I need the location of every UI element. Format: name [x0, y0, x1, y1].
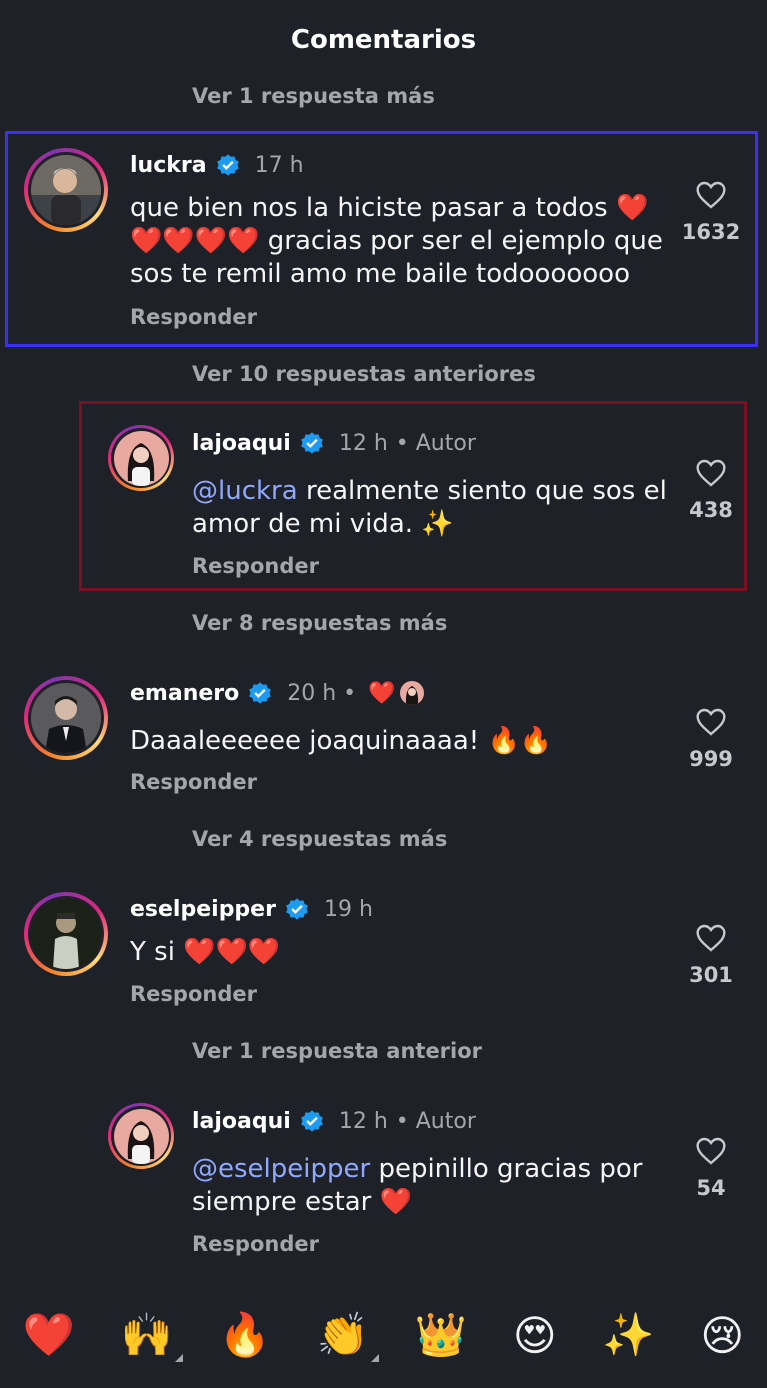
avatar-photo — [31, 683, 101, 753]
like-area: 54 — [671, 1136, 751, 1200]
emoji-heart-eyes-button[interactable]: 😍 — [513, 1311, 557, 1360]
comment-time: 20 h • — [287, 680, 357, 706]
comment-time: 17 h — [254, 152, 304, 178]
view-more-replies[interactable]: Ver 4 respuestas más — [192, 827, 447, 851]
emoji-raising-hands-button[interactable]: 🙌 — [121, 1310, 184, 1362]
like-area: 1632 — [671, 180, 751, 244]
reply-button[interactable]: Responder — [192, 554, 319, 578]
mention-link[interactable]: @luckra — [192, 476, 298, 506]
like-count: 54 — [696, 1176, 726, 1200]
username[interactable]: eselpeipper — [130, 897, 276, 922]
verified-badge-icon — [286, 898, 308, 920]
username[interactable]: lajoaqui — [192, 431, 291, 456]
reply-button[interactable]: Responder — [130, 982, 257, 1006]
username[interactable]: lajoaqui — [192, 1109, 291, 1134]
avatar-photo — [31, 155, 101, 225]
emoji-sparkles-button[interactable]: ✨ — [602, 1310, 654, 1360]
emoji-clapping-button[interactable]: 👏 — [317, 1310, 380, 1362]
avatar[interactable] — [108, 425, 174, 491]
emoji-reaction-bar: ❤️ 🙌 🔥 👏 👑 😍 ✨ 😢 — [0, 1290, 767, 1380]
username[interactable]: emanero — [130, 681, 239, 706]
view-more-replies[interactable]: Ver 1 respuesta más — [192, 84, 435, 108]
avatar[interactable] — [24, 676, 108, 760]
avatar-photo — [113, 430, 169, 486]
reply-button[interactable]: Responder — [130, 770, 257, 794]
verified-badge-icon — [249, 682, 272, 704]
view-more-replies[interactable]: Ver 10 respuestas anteriores — [192, 362, 536, 386]
like-count: 438 — [689, 498, 733, 522]
avatar-photo — [31, 899, 101, 969]
comment-time: 12 h — [338, 430, 388, 456]
avatar[interactable] — [24, 148, 108, 232]
heart-icon[interactable] — [695, 180, 727, 210]
like-count: 301 — [689, 963, 733, 987]
comment-time: 19 h — [323, 896, 373, 922]
comment-text: @eselpeipper pepinillo gracias por siemp… — [192, 1153, 667, 1219]
avatar[interactable] — [24, 892, 108, 976]
like-count: 1632 — [681, 220, 741, 244]
author-liked-avatar — [399, 681, 424, 705]
verified-badge-icon — [301, 432, 323, 454]
view-more-replies[interactable]: Ver 8 respuestas más — [192, 611, 447, 635]
reply-button[interactable]: Responder — [192, 1232, 319, 1256]
emoji-crying-button[interactable]: 😢 — [700, 1311, 744, 1360]
emoji-heart-button[interactable]: ❤️ — [23, 1310, 75, 1360]
author-tag: • Autor — [395, 1108, 476, 1134]
emoji-fire-button[interactable]: 🔥 — [219, 1310, 271, 1360]
comment-time: 12 h — [338, 1108, 388, 1134]
header-title: Comentarios — [290, 25, 477, 55]
comments-header: Comentarios — [0, 0, 767, 78]
comment-text: @luckra realmente siento que sos el amor… — [192, 475, 667, 541]
comment-header: luckra 17 h — [130, 152, 304, 178]
comment-header: lajoaqui 12 h • Autor — [192, 1108, 476, 1134]
like-count: 999 — [689, 747, 733, 771]
author-liked-heart-icon: ❤️ — [368, 680, 396, 706]
heart-icon[interactable] — [695, 1136, 727, 1166]
reply-button[interactable]: Responder — [130, 305, 257, 329]
author-tag: • Autor — [395, 430, 476, 456]
avatar-photo — [113, 1108, 169, 1164]
mention-link[interactable]: @eselpeipper — [192, 1154, 370, 1184]
username[interactable]: luckra — [130, 153, 207, 178]
heart-icon[interactable] — [695, 923, 727, 953]
comment-header: emanero 20 h • ❤️ — [130, 680, 424, 706]
comment-text: Daaaleeeeee joaquinaaaa! 🔥🔥 — [130, 726, 553, 756]
view-more-replies[interactable]: Ver 1 respuesta anterior — [192, 1039, 482, 1063]
verified-badge-icon — [216, 154, 239, 176]
comment-header: eselpeipper 19 h — [130, 896, 373, 922]
verified-badge-icon — [301, 1110, 323, 1132]
comment-text: que bien nos la hiciste pasar a todos ❤️… — [130, 193, 663, 289]
like-area: 999 — [671, 707, 751, 771]
heart-icon[interactable] — [695, 458, 727, 488]
comment-header: lajoaqui 12 h • Autor — [192, 430, 476, 456]
emoji-crown-button[interactable]: 👑 — [415, 1310, 467, 1360]
avatar[interactable] — [108, 1103, 174, 1169]
comment-text: Y si ❤️❤️❤️ — [130, 937, 281, 967]
heart-icon[interactable] — [695, 707, 727, 737]
like-area: 438 — [671, 458, 751, 522]
like-area: 301 — [671, 923, 751, 987]
